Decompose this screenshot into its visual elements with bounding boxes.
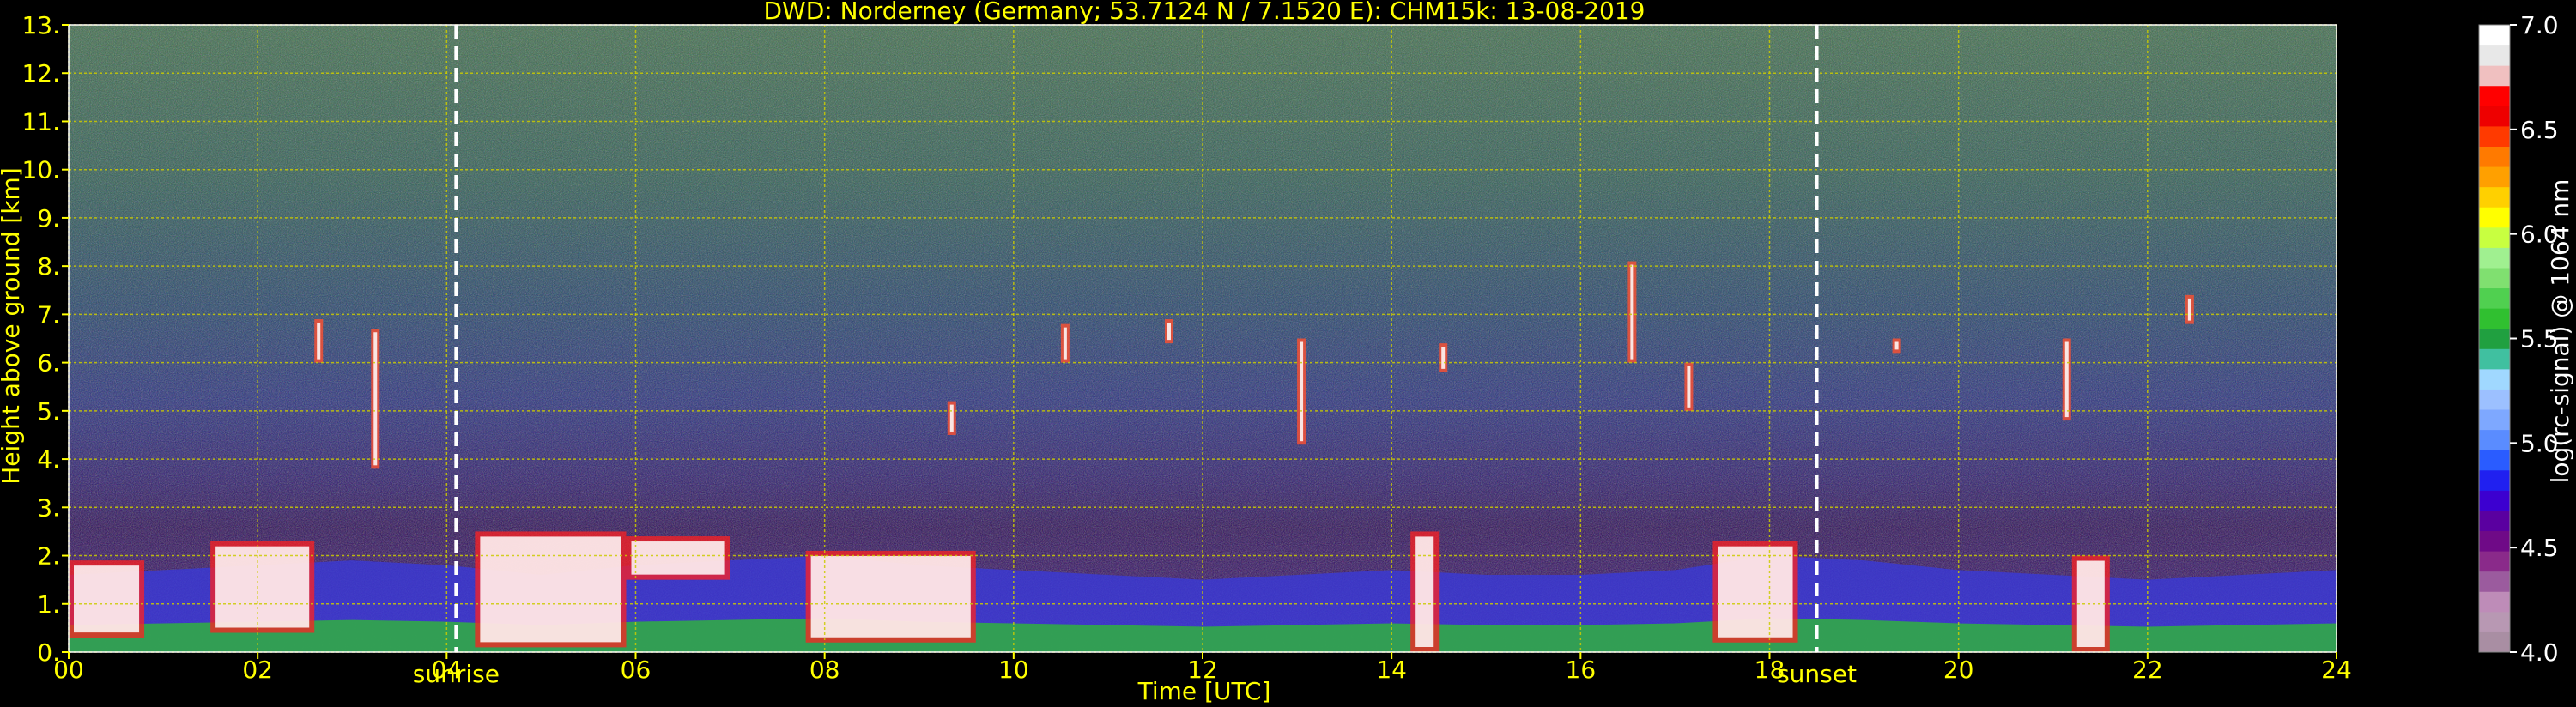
y-tick-label: 8. [37, 252, 60, 281]
cloud-streak-core [2187, 298, 2191, 321]
colorbar-tick-label: 7.0 [2520, 11, 2559, 39]
cloud-core [215, 546, 310, 628]
y-tick-label: 1. [37, 590, 60, 619]
cloud-core [480, 536, 621, 643]
y-tick-label: 11. [21, 107, 60, 136]
y-tick-label: 0. [37, 638, 60, 667]
y-tick-label: 2. [37, 542, 60, 571]
colorbar-segment [2479, 490, 2510, 511]
y-tick-label: 4. [37, 445, 60, 474]
x-tick-label: 02 [242, 656, 273, 684]
colorbar-segment [2479, 25, 2510, 46]
colorbar-tick-label: 4.0 [2520, 638, 2559, 667]
colorbar-segment [2479, 227, 2510, 248]
x-tick-label: 16 [1566, 656, 1597, 684]
x-tick-label: 06 [621, 656, 652, 684]
x-tick-label: 18 [1755, 656, 1785, 684]
colorbar-segment [2479, 469, 2510, 491]
x-tick-label: 14 [1376, 656, 1407, 684]
colorbar-segment [2479, 65, 2510, 87]
colorbar-segment [2479, 368, 2510, 390]
colorbar-segment [2479, 45, 2510, 66]
y-tick-label: 7. [37, 300, 60, 329]
colorbar-segment [2479, 611, 2510, 632]
colorbar-segment [2479, 348, 2510, 370]
colorbar-segment [2479, 328, 2510, 349]
colorbar-segment [2479, 146, 2510, 167]
cloud-streak-core [1063, 327, 1067, 360]
colorbar-segment [2479, 125, 2510, 147]
cloud-core [631, 541, 725, 575]
colorbar-tick-label: 4.5 [2520, 534, 2559, 562]
x-tick-label: 24 [2321, 656, 2352, 684]
colorbar-segment [2479, 166, 2510, 188]
y-tick-labels: 0. 1. 2. 3. 4. 5. 6. 7. 8. 9. 10. 11. 12. 13. [21, 11, 69, 667]
y-tick-label: 10. [21, 156, 60, 184]
x-tick-label: 04 [432, 656, 463, 684]
cloud-streak-core [317, 323, 321, 360]
colorbar-segment [2479, 247, 2510, 269]
cloud-core [1718, 546, 1793, 638]
chart-title: DWD: Norderney (Germany; 53.7124 N / 7.1… [763, 0, 1645, 25]
colorbar-segment [2479, 85, 2510, 106]
cloud-streak-core [1894, 341, 1899, 350]
y-axis-label: Height above ground [km] [0, 167, 25, 485]
cloud-streak-core [1167, 323, 1171, 341]
cloud-core [810, 555, 971, 638]
colorbar-tick-label: 6.5 [2520, 116, 2559, 144]
colorbar-segment [2479, 267, 2510, 289]
marker-label-sunset: sunset [1777, 660, 1857, 688]
x-tick-label: 20 [1943, 656, 1974, 684]
colorbar-segment [2479, 389, 2510, 410]
colorbar-segment [2479, 631, 2510, 653]
colorbar-segment [2479, 106, 2510, 127]
colorbar-segment [2479, 450, 2510, 471]
cloud-streak-core [1630, 264, 1634, 360]
colorbar-segment [2479, 186, 2510, 208]
x-tick-label: 22 [2132, 656, 2163, 684]
x-axis-label: Time [UTC] [1137, 677, 1271, 705]
colorbar-label: log(rc-signal) @ 1064 nm [2546, 179, 2574, 484]
cloud-streak-core [1300, 341, 1304, 442]
colorbar-segment [2479, 571, 2510, 592]
y-tick-label: 12. [21, 59, 60, 88]
x-tick-label: 08 [809, 656, 840, 684]
colorbar-segment [2479, 530, 2510, 552]
y-tick-label: 6. [37, 349, 60, 378]
colorbar-segment [2479, 510, 2510, 532]
colorbar-segment [2479, 207, 2510, 228]
y-tick-label: 13. [21, 11, 60, 39]
colorbar-segment [2479, 551, 2510, 572]
colorbar-segment [2479, 409, 2510, 431]
cloud-streak-core [1687, 366, 1691, 408]
colorbar-segment [2479, 287, 2510, 309]
cloud-core [1415, 536, 1434, 647]
cloud-streak-core [373, 332, 378, 466]
cloud-core [74, 565, 140, 633]
y-tick-label: 3. [37, 493, 60, 522]
cloud-streak-core [949, 404, 954, 432]
cloud-streak-core [2064, 341, 2069, 418]
ceilometer-chart: DWD: Norderney (Germany; 53.7124 N / 7.1… [0, 0, 2574, 705]
cloud-streak-core [1441, 347, 1446, 369]
y-tick-label: 9. [37, 204, 60, 233]
colorbar-segment [2479, 308, 2510, 329]
x-tick-label: 10 [998, 656, 1029, 684]
colorbar-segment [2479, 429, 2510, 450]
colorbar-segment [2479, 591, 2510, 613]
y-tick-label: 5. [37, 397, 60, 426]
